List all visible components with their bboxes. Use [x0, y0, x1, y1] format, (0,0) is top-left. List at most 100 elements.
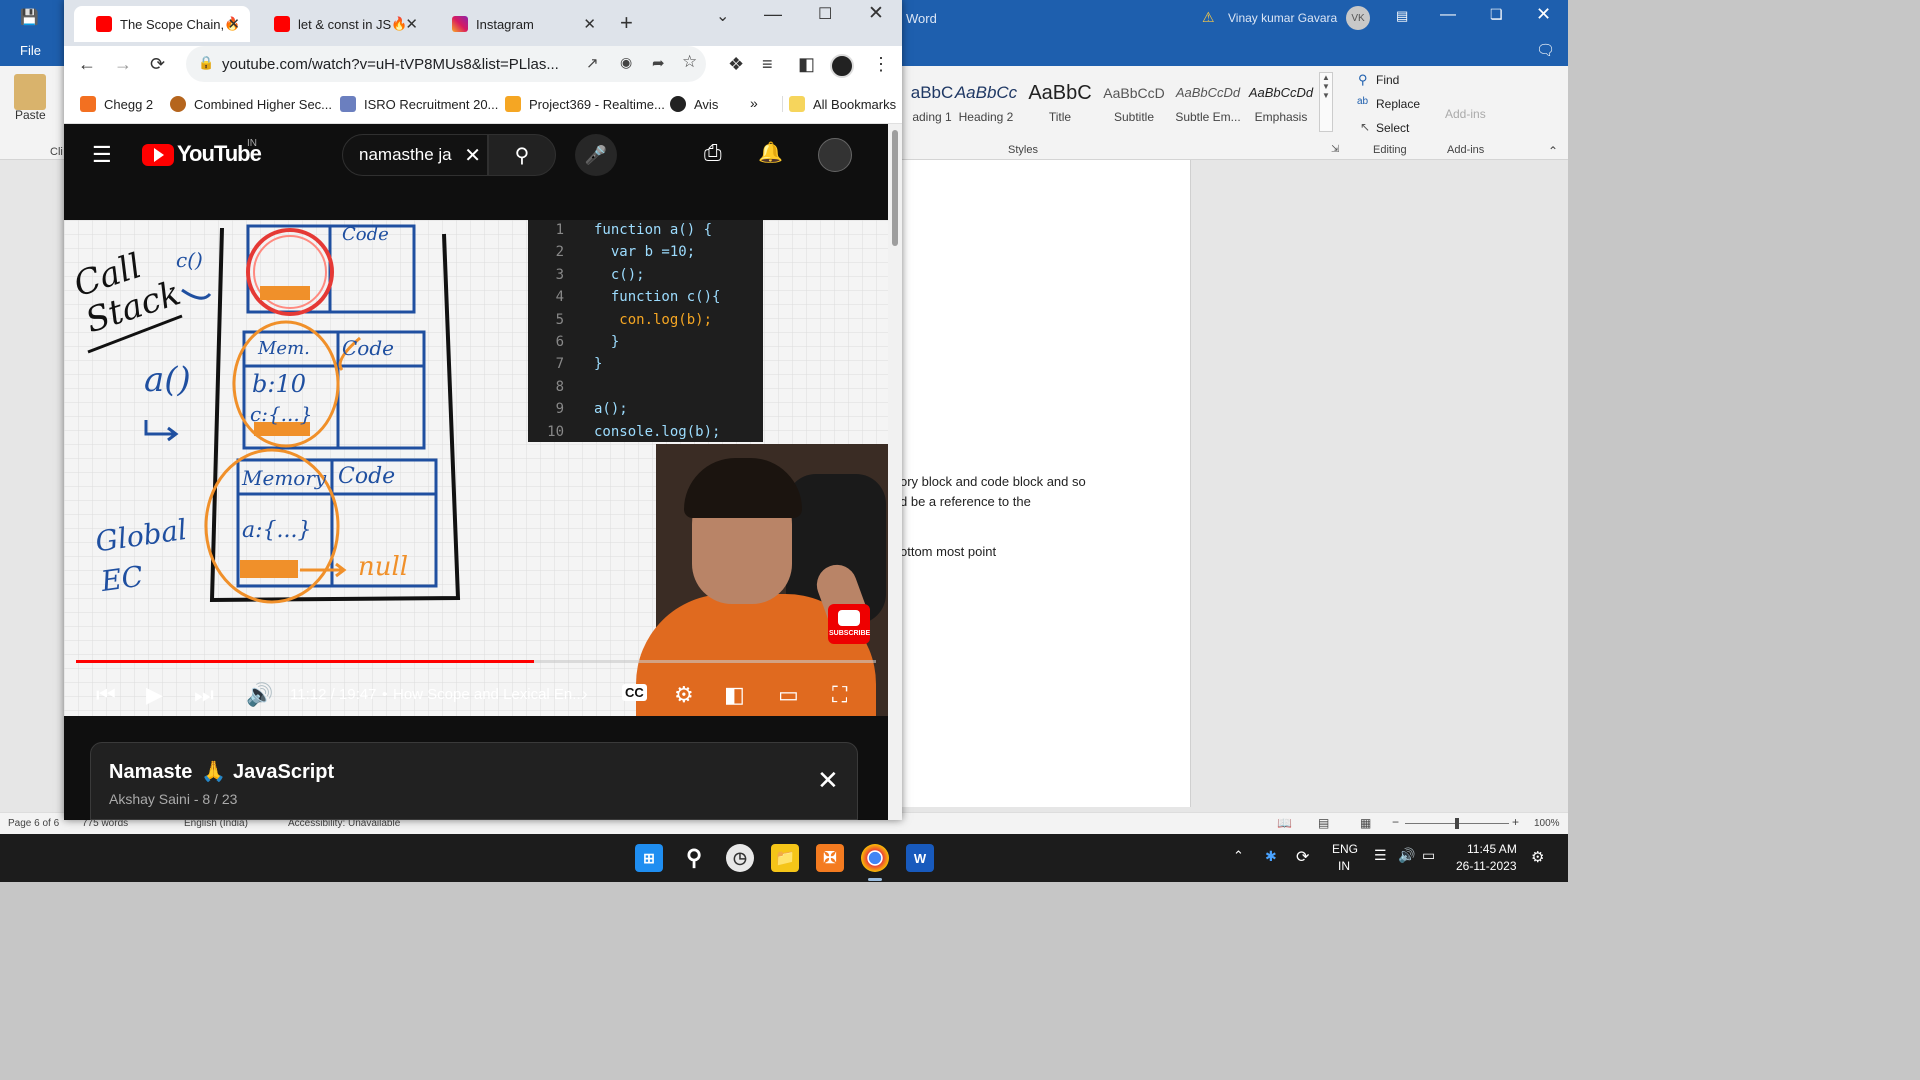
share-icon[interactable]: ➦: [652, 54, 665, 72]
clock-app-icon[interactable]: ◷: [726, 844, 754, 872]
ribbon-display-icon[interactable]: ▤: [1396, 8, 1408, 24]
playlist-title-part-b[interactable]: JavaScript: [233, 761, 334, 784]
language-eng[interactable]: ENG: [1332, 842, 1358, 856]
progress-track[interactable]: [76, 660, 876, 663]
battery-icon[interactable]: ▭: [1422, 847, 1435, 864]
url-text[interactable]: youtube.com/watch?v=uH-tVP8MUs8&list=PLl…: [222, 56, 559, 73]
minimize-icon[interactable]: —: [764, 4, 782, 25]
tab-instagram[interactable]: Instagram ✕: [430, 6, 606, 42]
clock-time[interactable]: 11:45 AM: [1467, 842, 1517, 856]
all-bookmarks[interactable]: All Bookmarks: [782, 96, 896, 112]
chapter-title[interactable]: How Scope and Lexical En...: [393, 686, 585, 703]
find-icon[interactable]: ⚲: [1358, 72, 1368, 88]
find-button[interactable]: Find: [1376, 73, 1399, 87]
chrome-icon[interactable]: [861, 844, 889, 872]
close-window-icon[interactable]: ✕: [868, 2, 884, 25]
reload-icon[interactable]: ⟳: [150, 54, 165, 75]
file-explorer-icon[interactable]: 📁: [771, 844, 799, 872]
zoom-level[interactable]: 100%: [1534, 818, 1560, 829]
bookmarks-overflow-icon[interactable]: »: [750, 95, 758, 111]
page-count[interactable]: Page 6 of 6: [8, 818, 59, 829]
new-tab-button[interactable]: +: [620, 10, 633, 36]
site-info-icon[interactable]: 🔒: [198, 55, 214, 71]
clock-date[interactable]: 26-11-2023: [1456, 859, 1517, 873]
fullscreen-icon[interactable]: ⛶: [832, 682, 847, 708]
minimize-icon[interactable]: —: [1440, 6, 1456, 24]
back-icon[interactable]: ←: [78, 54, 96, 75]
create-video-icon[interactable]: ⎙: [704, 140, 722, 166]
styles-launcher-icon[interactable]: ⇲: [1331, 144, 1339, 155]
search-input[interactable]: namasthe ja ✕: [342, 134, 488, 176]
bookmark-avis[interactable]: Avis: [670, 96, 718, 112]
bookmark-isro[interactable]: ISRO Recruitment 20...: [340, 96, 498, 112]
miniplayer-icon[interactable]: ◧: [724, 682, 745, 708]
xampp-icon[interactable]: ✠: [816, 844, 844, 872]
style-subtle-emphasis[interactable]: AaBbCcDd Subtle Em...: [1172, 80, 1244, 130]
bookmark-chegg[interactable]: Chegg 2: [80, 96, 153, 112]
tab-search-icon[interactable]: ⌄: [716, 6, 729, 26]
word-icon[interactable]: W: [906, 844, 934, 872]
zoom-out-icon[interactable]: −: [1392, 815, 1399, 829]
save-icon[interactable]: 💾: [20, 8, 39, 26]
page-scrollbar-thumb[interactable]: [892, 130, 898, 246]
chapter-chevron-icon[interactable]: ›: [582, 684, 588, 704]
web-layout-icon[interactable]: ▦: [1360, 816, 1371, 830]
search-icon[interactable]: ⚲: [680, 844, 708, 872]
select-button[interactable]: Select: [1376, 121, 1409, 135]
volume-icon[interactable]: 🔊: [1398, 847, 1415, 864]
chrome-menu-icon[interactable]: ⋮: [872, 54, 890, 75]
addins-button[interactable]: Add-ins: [1445, 107, 1486, 121]
play-icon[interactable]: ▶: [146, 682, 163, 708]
zoom-slider-thumb[interactable]: [1455, 818, 1459, 829]
comments-icon[interactable]: 🗨: [1536, 41, 1555, 59]
close-tab-icon[interactable]: ✕: [227, 15, 240, 33]
style-title[interactable]: AaBbC Title: [1024, 80, 1096, 130]
close-tab-icon[interactable]: ✕: [405, 15, 418, 33]
next-icon[interactable]: ⏭: [194, 682, 214, 708]
notifications-bell-icon[interactable]: 🔔: [758, 140, 783, 165]
language-in[interactable]: IN: [1338, 859, 1350, 873]
tab-let-const[interactable]: let & const in JS 🔥 ✕: [252, 6, 428, 42]
clear-search-icon[interactable]: ✕: [464, 143, 481, 168]
address-bar[interactable]: 🔒 youtube.com/watch?v=uH-tVP8MUs8&list=P…: [186, 46, 706, 82]
volume-icon[interactable]: 🔊: [246, 682, 273, 708]
tab-scope-chain[interactable]: The Scope Chain, 🔥 ✕: [74, 6, 250, 42]
read-mode-icon[interactable]: 📖: [1277, 816, 1292, 830]
notifications-icon[interactable]: ⚙: [1531, 848, 1544, 866]
subscribe-button[interactable]: SUBSCRIBE: [828, 604, 870, 644]
side-panel-icon[interactable]: ◧: [798, 54, 815, 75]
open-in-app-icon[interactable]: ↗: [586, 54, 599, 72]
paste-label[interactable]: Paste: [15, 108, 46, 122]
start-icon[interactable]: ⊞: [635, 844, 663, 872]
playlist-title-part-a[interactable]: Namaste: [109, 761, 192, 784]
close-playlist-icon[interactable]: ✕: [817, 765, 839, 796]
theater-mode-icon[interactable]: ▭: [778, 682, 799, 708]
tray-overflow-icon[interactable]: ⌃: [1233, 848, 1244, 864]
extensions-icon[interactable]: ❖: [728, 54, 744, 75]
playlist-panel[interactable]: Namaste 🙏 JavaScript Akshay Saini - 8 / …: [90, 742, 858, 820]
video-player[interactable]: Call Stack c() a() Global EC Code Mem. C…: [64, 220, 888, 716]
user-name[interactable]: Vinay kumar Gavara: [1228, 11, 1337, 25]
profile-avatar[interactable]: [830, 54, 854, 78]
playlist-meta[interactable]: Akshay Saini - 8 / 23: [109, 791, 237, 807]
bookmark-combined-higher-sec[interactable]: Combined Higher Sec...: [170, 96, 332, 112]
search-button[interactable]: ⚲: [488, 134, 556, 176]
previous-icon[interactable]: ⏮: [96, 682, 116, 708]
bookmark-star-icon[interactable]: ☆: [682, 52, 697, 72]
restore-icon[interactable]: ❏: [1490, 6, 1503, 23]
forward-icon[interactable]: →: [114, 54, 132, 75]
user-avatar[interactable]: VK: [1346, 6, 1370, 30]
styles-scroll[interactable]: ▲ ▼ ▼: [1319, 72, 1333, 132]
replace-button[interactable]: Replace: [1376, 97, 1420, 111]
style-heading-2[interactable]: AaBbCc Heading 2: [950, 80, 1022, 130]
voice-search-button[interactable]: 🎤: [575, 134, 617, 176]
file-menu[interactable]: File: [20, 43, 41, 58]
media-queue-icon[interactable]: ≡: [762, 54, 773, 75]
bookmark-project369[interactable]: Project369 - Realtime...: [505, 96, 665, 112]
paste-icon[interactable]: [14, 74, 46, 110]
collapse-ribbon-icon[interactable]: ⌃: [1548, 144, 1558, 158]
account-avatar[interactable]: [818, 138, 852, 172]
close-tab-icon[interactable]: ✕: [583, 15, 596, 33]
style-subtitle[interactable]: AaBbCcD Subtitle: [1098, 80, 1170, 130]
bluetooth-icon[interactable]: ✱: [1265, 848, 1277, 865]
